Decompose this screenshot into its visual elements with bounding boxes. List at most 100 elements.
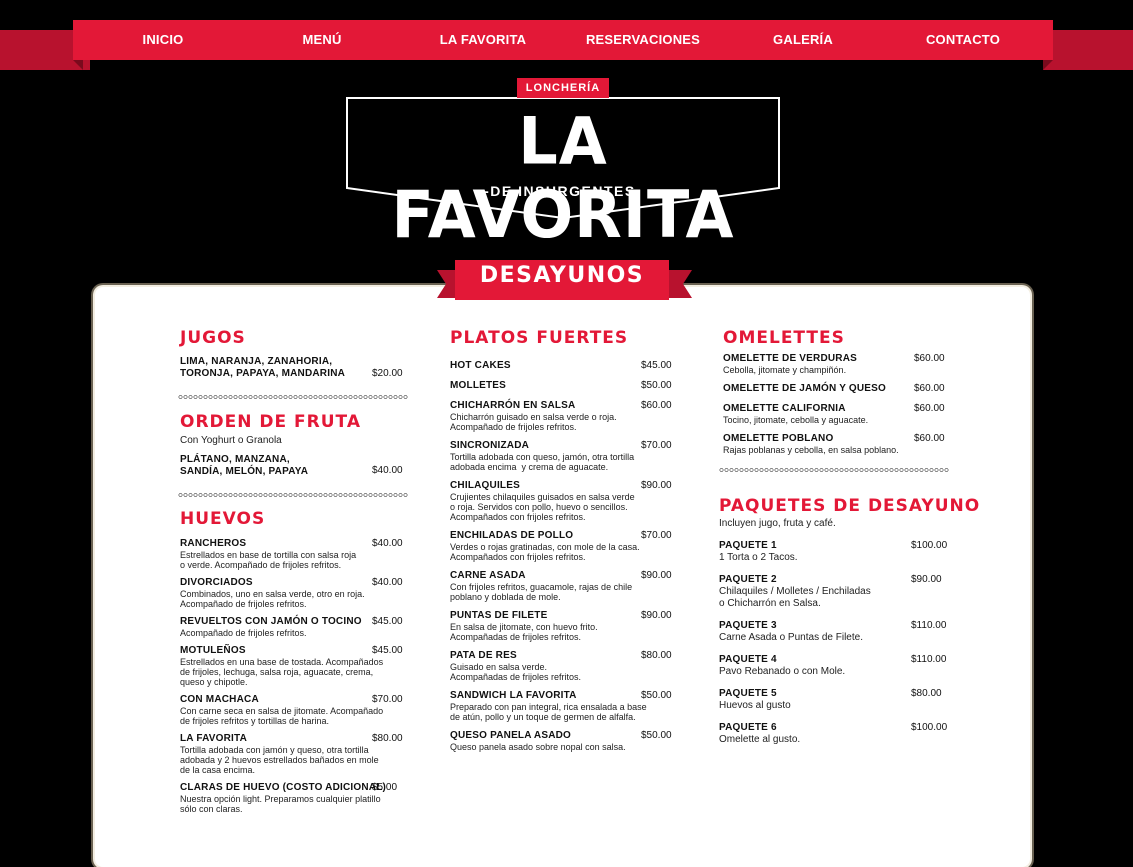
section-title: DESAYUNOS xyxy=(455,260,669,300)
menu-item: QUESO PANELA ASADO $50.00 Queso panela asa… xyxy=(450,730,675,752)
menu-item: CHILAQUILES $90.00 Crujientes chilaquiles … xyxy=(450,480,675,522)
menu-item: PAQUETE 5 $80.00 Huevos al gusto xyxy=(719,688,947,712)
item-price: $110.00 xyxy=(911,654,947,665)
heading-orden-de-fruta: ORDEN DE FRUTA xyxy=(180,412,361,432)
nav-ribbon-tail-right xyxy=(1043,30,1133,70)
nav-item-galeria[interactable]: GALERÍA xyxy=(773,20,833,60)
item-description: Con frijoles refritos, guacamole, rajas … xyxy=(450,582,633,602)
item-price: $20.00 xyxy=(372,368,403,379)
menu-item: SINCRONIZADA $70.00 Tortilla adobada con q… xyxy=(450,440,675,472)
item-price: $60.00 xyxy=(914,403,945,414)
nav-item-la-favorita[interactable]: LA FAVORITA xyxy=(440,20,526,60)
nav-item-reservaciones[interactable]: RESERVACIONES xyxy=(586,20,700,60)
item-price: $45.00 xyxy=(641,360,672,371)
item-description: Estrellados en base de tortilla con sals… xyxy=(180,550,357,570)
menu-item: OMELETTE CALIFORNIA $60.00 Tocino, jitomat… xyxy=(723,403,948,425)
item-price: $70.00 xyxy=(641,530,672,541)
menu-item: OMELETTE DE VERDURAS $60.00 Cebolla, jitom… xyxy=(723,353,948,375)
item-description: Nuestra opción light. Preparamos cualqui… xyxy=(180,794,381,814)
item-description: Acompañado de frijoles refritos. xyxy=(180,628,307,638)
nav-item-contacto[interactable]: CONTACTO xyxy=(926,20,1000,60)
item-description: Pavo Rebanado o con Mole. xyxy=(719,666,846,677)
item-price: $80.00 xyxy=(641,650,672,661)
item-price: $90.00 xyxy=(641,570,672,581)
item-description: Rajas poblanas y cebolla, en salsa pobla… xyxy=(723,445,899,455)
item-price: $100.00 xyxy=(911,722,948,733)
item-price: $80.00 xyxy=(372,733,403,744)
item-description: Verdes o rojas gratinadas, con mole de l… xyxy=(450,542,640,562)
heading-omelettes: OMELETTES xyxy=(723,328,845,348)
main-nav: INICIO MENÚ LA FAVORITA RESERVACIONES GA… xyxy=(73,20,1053,60)
menu-item: ENCHILADAS DE POLLO $70.00 Verdes o rojas … xyxy=(450,530,675,562)
item-price: $100.00 xyxy=(911,540,948,551)
item-description: Cebolla, jitomate y champiñón. xyxy=(723,365,847,375)
menu-item: PAQUETE 4 $110.00 Pavo Rebanado o con Mole… xyxy=(719,654,947,678)
divider xyxy=(178,394,408,400)
menu-item: LA FAVORITA $80.00 Tortilla adobada con ja… xyxy=(180,733,405,775)
item-price: $60.00 xyxy=(914,433,945,444)
heading-jugos: JUGOS xyxy=(180,328,246,348)
item-price: $5.00 xyxy=(372,782,398,793)
item-price: $70.00 xyxy=(641,440,672,451)
item-description: Tortilla adobada con jamón y queso, otra… xyxy=(180,745,379,775)
menu-item: CLARAS DE HUEVO (COSTO ADICIONAL) $5.00 Nu… xyxy=(180,782,405,814)
fruta-note: Con Yoghurt o Granola xyxy=(180,435,282,446)
paquetes-note: Incluyen jugo, fruta y café. xyxy=(719,518,836,529)
item-price: $90.00 xyxy=(911,574,942,585)
item-price: $40.00 xyxy=(372,577,403,588)
item-price: $90.00 xyxy=(641,610,672,621)
item-price: $60.00 xyxy=(641,400,672,411)
menu-item: REVUELTOS CON JAMÓN O TOCINO $45.00 Acompa… xyxy=(180,616,405,638)
item-description: 1 Torta o 2 Tacos. xyxy=(719,552,798,563)
menu-item: SANDWICH LA FAVORITA $50.00 Preparado con … xyxy=(450,690,675,722)
menu-item: MOLLETES $50.00 xyxy=(450,380,675,392)
item-description: Tocino, jitomate, cebolla y aguacate. xyxy=(723,415,869,425)
item-price: $40.00 xyxy=(372,465,403,476)
item-price: $60.00 xyxy=(914,383,945,394)
item-price: $50.00 xyxy=(641,730,672,741)
item-price: $110.00 xyxy=(911,620,947,631)
item-description: Con carne seca en salsa de jitomate. Aco… xyxy=(180,706,384,726)
menu-item: DIVORCIADOS $40.00 Combinados, uno en sals… xyxy=(180,577,405,609)
item-price: $90.00 xyxy=(641,480,672,491)
item-description: En salsa de jitomate, con huevo frito. A… xyxy=(450,622,598,642)
item-description: Estrellados en una base de tostada. Acom… xyxy=(180,657,384,687)
menu-item: CARNE ASADA $90.00 Con frijoles refritos, … xyxy=(450,570,675,602)
menu-item: PAQUETE 1 $100.00 1 Torta o 2 Tacos. xyxy=(719,540,947,564)
menu-item: PAQUETE 3 $110.00 Carne Asada o Puntas de … xyxy=(719,620,947,644)
heading-paquetes-de-desayuno: PAQUETES DE DESAYUNO xyxy=(719,496,981,516)
nav-item-menu[interactable]: MENÚ xyxy=(302,20,341,60)
item-price: $50.00 xyxy=(641,380,672,391)
menu-item: PLÁTANO, MANZANA, SANDÍA, MELÓN, PAPAYA … xyxy=(180,454,405,478)
menu-item: PAQUETE 2 $90.00 Chilaquiles / Molletes / … xyxy=(719,574,947,610)
item-description: Combinados, uno en salsa verde, otro en … xyxy=(180,589,365,609)
item-price: $80.00 xyxy=(911,688,942,699)
item-price: $45.00 xyxy=(372,616,403,627)
menu-item: OMELETTE DE JAMÓN Y QUESO $60.00 xyxy=(723,383,948,395)
divider xyxy=(719,467,949,473)
menu-item: PATA DE RES $80.00 Guisado en salsa verde.… xyxy=(450,650,675,682)
heading-huevos: HUEVOS xyxy=(180,509,266,529)
item-description: Huevos al gusto xyxy=(719,700,791,711)
item-description: Chilaquiles / Molletes / Enchiladas o Ch… xyxy=(719,586,871,609)
menu-item: HOT CAKES $45.00 xyxy=(450,360,675,372)
item-price: $50.00 xyxy=(641,690,672,701)
item-price: $40.00 xyxy=(372,538,403,549)
logo[interactable]: LONCHERÍA LA FAVORITA -DE INSURGENTES- xyxy=(345,78,781,251)
item-price: $70.00 xyxy=(372,694,403,705)
menu-item: PUNTAS DE FILETE $90.00 En salsa de jitoma… xyxy=(450,610,675,642)
item-description: Queso panela asado sobre nopal con salsa… xyxy=(450,742,626,752)
divider xyxy=(178,492,408,498)
item-description: Guisado en salsa verde. Acompañadas de f… xyxy=(450,662,582,682)
logo-lonchería-label: LONCHERÍA xyxy=(517,78,609,98)
item-description: Carne Asada o Puntas de Filete. xyxy=(719,632,863,643)
heading-platos-fuertes: PLATOS FUERTES xyxy=(450,328,629,348)
logo-subtitle: -DE INSURGENTES- xyxy=(484,183,642,199)
nav-item-inicio[interactable]: INICIO xyxy=(143,20,184,60)
menu-item: CON MACHACA $70.00 Con carne seca en salsa… xyxy=(180,694,405,726)
logo-title: LA FAVORITA xyxy=(391,102,735,253)
item-price: $45.00 xyxy=(372,645,403,656)
item-description: Chicharrón guisado en salsa verde o roja… xyxy=(450,412,617,432)
item-description: Crujientes chilaquiles guisados en salsa… xyxy=(450,492,635,522)
menu-item: RANCHEROS $40.00 Estrellados en base de to… xyxy=(180,538,405,570)
